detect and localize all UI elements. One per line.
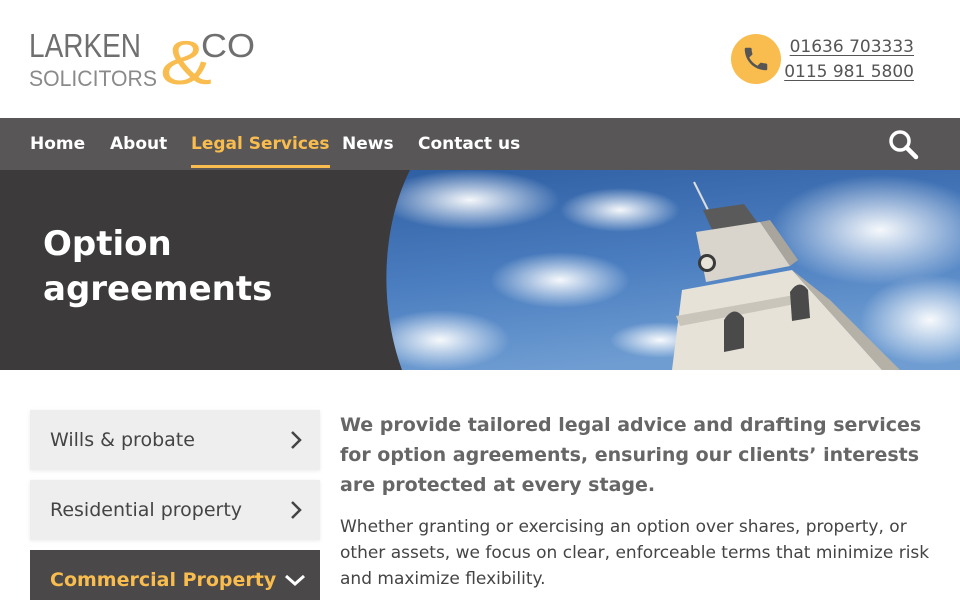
sidebar-item-label: Wills & probate	[50, 429, 195, 451]
sidebar-item-label: Commercial Property	[50, 569, 277, 591]
sidebar-item-label: Residential property	[50, 499, 243, 521]
phone-icon	[731, 34, 781, 84]
main-nav: Home About Legal Services News Contact u…	[0, 118, 960, 170]
sidebar-item-wills-probate[interactable]: Wills & probate	[30, 410, 320, 470]
site-header: LARKEN & CO SOLICITORS 01636 703333 0115…	[0, 0, 960, 118]
logo-subtitle: SOLICITORS	[29, 66, 157, 90]
phone-link-newark[interactable]: 01636 703333	[784, 35, 914, 60]
page-title: Option agreements	[43, 224, 273, 309]
phone-link-nottingham[interactable]: 0115 981 5800	[784, 60, 914, 85]
nav-contact-us[interactable]: Contact us	[418, 118, 520, 170]
chevron-right-icon	[291, 501, 302, 519]
nav-home[interactable]: Home	[30, 118, 85, 170]
logo-mark: LARKEN & CO SOLICITORS	[29, 27, 255, 90]
logo-name: LARKEN	[29, 27, 141, 64]
logo[interactable]: LARKEN & CO SOLICITORS	[29, 26, 259, 90]
chevron-right-icon	[291, 431, 302, 449]
nav-about[interactable]: About	[110, 118, 167, 170]
sidebar-item-residential-property[interactable]: Residential property	[30, 480, 320, 540]
intro-body: Whether granting or exercising an option…	[340, 517, 930, 589]
search-icon	[889, 130, 919, 160]
logo-co: CO	[201, 27, 255, 64]
phone-numbers: 01636 703333 0115 981 5800	[784, 35, 914, 85]
hero-banner: Option agreements	[0, 170, 960, 370]
search-button[interactable]	[887, 128, 919, 160]
sidebar-item-commercial-property[interactable]: Commercial Property	[30, 550, 320, 600]
intro-lead: We provide tailored legal advice and dra…	[340, 414, 922, 496]
nav-news[interactable]: News	[342, 118, 394, 170]
chevron-down-icon	[285, 574, 305, 587]
nav-legal-services[interactable]: Legal Services	[191, 118, 330, 170]
